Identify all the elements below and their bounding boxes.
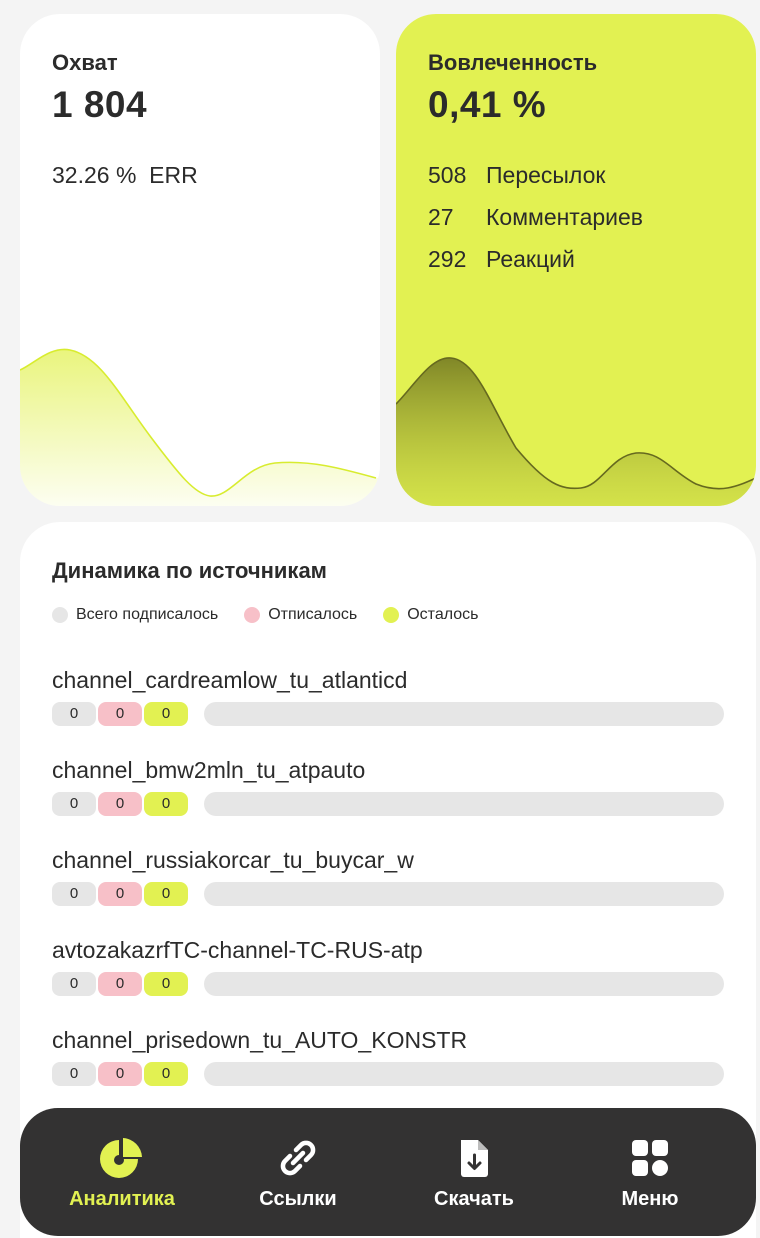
sources-legend: Всего подписалось Отписалось Осталось xyxy=(52,606,504,624)
source-stats: 0 0 0 xyxy=(52,792,724,816)
grid-menu-icon xyxy=(632,1140,668,1176)
source-row: channel_prisedown_tu_AUTO_KONSTR 0 0 0 xyxy=(52,1026,724,1086)
nav-item-analytics[interactable]: Аналитика xyxy=(34,1108,210,1236)
unsubscribed-count: 0 xyxy=(98,1062,142,1086)
remained-count: 0 xyxy=(144,972,188,996)
stat-comments-label: Комментариев xyxy=(486,204,644,230)
stat-forwards-label: Пересылок xyxy=(486,162,606,188)
remained-count: 0 xyxy=(144,792,188,816)
legend-dot-subscribed xyxy=(52,607,68,623)
legend-item-unsubscribed: Отписалось xyxy=(244,606,357,624)
reach-value: 1 804 xyxy=(52,84,148,125)
legend-label-unsubscribed: Отписалось xyxy=(268,606,358,623)
source-stats: 0 0 0 xyxy=(52,1062,724,1086)
sources-title: Динамика по источникам xyxy=(52,558,327,583)
link-icon xyxy=(280,1140,316,1176)
reach-title: Охват xyxy=(52,50,118,75)
reach-wave-chart xyxy=(20,348,380,506)
remained-count: 0 xyxy=(144,702,188,726)
stat-comments-count: 27 xyxy=(428,204,454,230)
source-name: channel_prisedown_tu_AUTO_KONSTR xyxy=(52,1027,468,1053)
unsubscribed-count: 0 xyxy=(98,972,142,996)
stat-forwards-count: 508 xyxy=(428,162,467,188)
engagement-wave-chart xyxy=(396,357,756,506)
legend-item-subscribed: Всего подписалось xyxy=(52,606,218,624)
source-progress-bar xyxy=(204,972,724,996)
source-stats: 0 0 0 xyxy=(52,882,724,906)
nav-item-links[interactable]: Ссылки xyxy=(210,1108,386,1236)
unsubscribed-count: 0 xyxy=(98,792,142,816)
legend-dot-unsubscribed xyxy=(244,607,261,623)
nav-label-links: Ссылки xyxy=(259,1188,337,1210)
legend-label-remained: Осталось xyxy=(407,606,479,623)
source-name: channel_russiakorcar_tu_buycar_w xyxy=(52,847,414,873)
pie-chart-icon xyxy=(100,1138,142,1178)
source-progress-bar xyxy=(204,1062,724,1086)
stat-reactions: 292 Реакций xyxy=(428,246,575,273)
source-stats: 0 0 0 xyxy=(52,972,724,996)
nav-item-menu[interactable]: Меню xyxy=(562,1108,738,1236)
stat-comments: 27 Комментариев xyxy=(428,204,643,231)
remained-count: 0 xyxy=(144,882,188,906)
nav-item-download[interactable]: Скачать xyxy=(386,1108,562,1236)
legend-dot-remained xyxy=(383,607,400,623)
legend-label-subscribed: Всего подписалось xyxy=(76,606,219,623)
subscribed-count: 0 xyxy=(52,882,96,906)
source-row: channel_bmw2mln_tu_atpauto 0 0 0 xyxy=(52,756,724,816)
legend-item-remained: Осталось xyxy=(383,606,478,624)
subscribed-count: 0 xyxy=(52,1062,96,1086)
subscribed-count: 0 xyxy=(52,972,96,996)
engagement-value: 0,41 % xyxy=(428,84,547,125)
stat-reactions-count: 292 xyxy=(428,246,467,272)
source-stats: 0 0 0 xyxy=(52,702,724,726)
nav-label-download: Скачать xyxy=(434,1188,514,1210)
source-name: channel_cardreamlow_tu_atlanticd xyxy=(52,667,408,693)
stat-reactions-label: Реакций xyxy=(486,246,575,272)
reach-card: Охват 1 804 32.26 % ERR xyxy=(20,14,380,506)
unsubscribed-count: 0 xyxy=(98,702,142,726)
source-row: channel_russiakorcar_tu_buycar_w 0 0 0 xyxy=(52,846,724,906)
source-row: channel_cardreamlow_tu_atlanticd 0 0 0 xyxy=(52,666,724,726)
source-progress-bar xyxy=(204,792,724,816)
source-name: channel_bmw2mln_tu_atpauto xyxy=(52,757,366,783)
subscribed-count: 0 xyxy=(52,702,96,726)
source-progress-bar xyxy=(204,882,724,906)
nav-label-menu: Меню xyxy=(621,1188,679,1210)
bottom-navigation: Аналитика Ссылки Скачать Меню xyxy=(20,1108,756,1236)
source-progress-bar xyxy=(204,702,724,726)
download-file-icon xyxy=(461,1140,488,1177)
remained-count: 0 xyxy=(144,1062,188,1086)
stat-forwards: 508 Пересылок xyxy=(428,162,605,189)
engagement-title: Вовлеченность xyxy=(428,50,598,75)
source-name: avtozakazrfTC-channel-TC-RUS-atp xyxy=(52,937,423,963)
source-row: avtozakazrfTC-channel-TC-RUS-atp 0 0 0 xyxy=(52,936,724,996)
err-value: 32.26 % ERR xyxy=(52,162,198,188)
subscribed-count: 0 xyxy=(52,792,96,816)
engagement-card: Вовлеченность 0,41 % 508 Пересылок 27 Ко… xyxy=(396,14,756,506)
nav-label-analytics: Аналитика xyxy=(69,1188,175,1210)
unsubscribed-count: 0 xyxy=(98,882,142,906)
